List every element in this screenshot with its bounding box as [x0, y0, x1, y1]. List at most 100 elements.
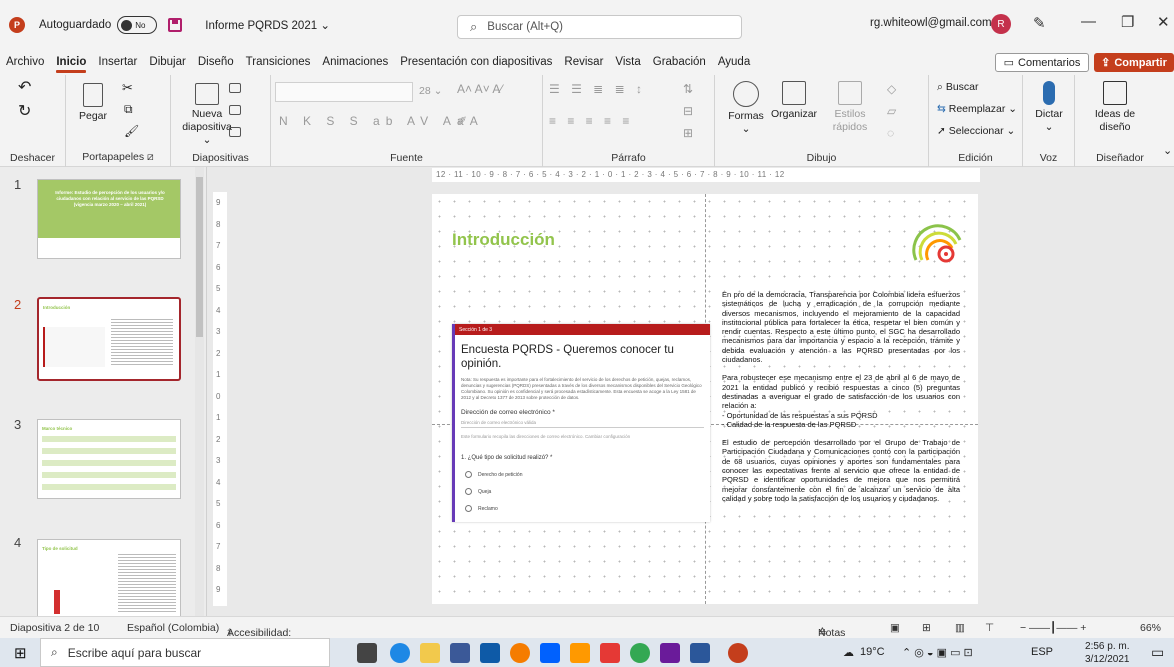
collapse-ribbon-icon[interactable]: ⌄	[1163, 145, 1172, 158]
normal-view-icon[interactable]: ▣	[890, 622, 900, 634]
horizontal-ruler: 12 · 11 · 10 · 9 · 8 · 7 · 6 · 5 · 4 · 3…	[432, 168, 980, 182]
paste-button[interactable]: Pegar	[76, 83, 110, 123]
format-painter-icon[interactable]: 🖌	[124, 125, 139, 138]
pen-icon[interactable]: ✎	[1033, 14, 1046, 32]
edge-icon[interactable]	[390, 643, 410, 663]
tab-archivo[interactable]: Archivo	[0, 50, 50, 75]
slide[interactable]: Introducción Sección 1 de 3 Encuesta PQR…	[432, 194, 978, 604]
tab-dibujar[interactable]: Dibujar	[143, 50, 191, 75]
microphone-icon	[1043, 81, 1055, 105]
weather-icon[interactable]: ☁	[843, 646, 854, 659]
chrome-icon[interactable]	[630, 643, 650, 663]
dictate-button[interactable]: Dictar ⌄	[1029, 81, 1069, 134]
undo-icon[interactable]: ↶	[18, 80, 31, 96]
zoom-level[interactable]: 66%	[1140, 622, 1161, 634]
thumbnail-scrollbar[interactable]	[195, 167, 204, 616]
tab-insertar[interactable]: Insertar	[92, 50, 143, 75]
slide-thumbnail-1[interactable]: Informe: Estudio de percepción de los us…	[37, 179, 181, 259]
close-icon[interactable]: ✕	[1157, 13, 1170, 31]
document-name[interactable]: Informe PQRDS 2021 ⌄	[205, 18, 330, 32]
layout-icon[interactable]	[229, 83, 241, 93]
slide-sorter-icon[interactable]: ⊞	[922, 622, 931, 634]
tab-ayuda[interactable]: Ayuda	[712, 50, 756, 75]
reset-icon[interactable]	[229, 105, 241, 115]
shape-fill-icon[interactable]: ◇	[887, 83, 896, 96]
ruler-tick-label: 3	[216, 327, 221, 336]
tab-vista[interactable]: Vista	[609, 50, 646, 75]
shapes-button[interactable]: Formas ⌄	[725, 81, 767, 136]
ruler-tick-label: 5	[216, 284, 221, 293]
office-icon[interactable]	[600, 643, 620, 663]
tab-diseno[interactable]: Diseño	[192, 50, 240, 75]
thumbnail-number: 1	[14, 177, 22, 192]
store-icon[interactable]	[450, 643, 470, 663]
clipboard-group: Pegar ✂ ⧉ 🖌 Portapapeles ⧄	[66, 75, 171, 167]
tab-inicio[interactable]: Inicio	[50, 50, 92, 75]
minimize-icon[interactable]: —	[1081, 13, 1096, 30]
input-language[interactable]: ESP	[1031, 646, 1053, 658]
reading-view-icon[interactable]: ▥	[955, 622, 965, 634]
powerpoint-taskbar-icon[interactable]	[728, 643, 748, 663]
text-direction-icon[interactable]: ⇅	[683, 83, 693, 96]
smartart-icon[interactable]: ⊞	[683, 127, 693, 140]
survey-form-image[interactable]: Sección 1 de 3 Encuesta PQRDS - Queremos…	[452, 324, 710, 522]
shape-effects-icon[interactable]: ◌	[887, 127, 894, 140]
clock[interactable]: 2:56 p. m. 3/12/2021	[1085, 640, 1130, 666]
comments-button[interactable]: ▭ Comentarios	[995, 53, 1089, 72]
find-button[interactable]: ⌕ Buscar	[937, 81, 979, 94]
grow-font-icon[interactable]: A˄ A˅ A⁄	[457, 83, 502, 96]
slide-thumbnail-2[interactable]: Introducción	[37, 297, 181, 381]
search-icon: ⌕	[470, 19, 478, 34]
tab-animaciones[interactable]: Animaciones	[316, 50, 394, 75]
copy-icon[interactable]: ⧉	[124, 103, 133, 116]
tray-icons[interactable]: ⌃ ◎ ◒ ▣ ▭ ⊡	[902, 646, 973, 659]
task-view-icon[interactable]	[357, 643, 377, 663]
restore-icon[interactable]: ❐	[1121, 13, 1134, 31]
temperature[interactable]: 19°C	[860, 646, 885, 658]
autosave-toggle[interactable]: No	[117, 16, 158, 34]
list-icons[interactable]: ☰ ☰ ≣ ≣ ↕	[549, 83, 646, 96]
word-icon[interactable]	[690, 643, 710, 663]
slideshow-icon[interactable]: ⊤	[985, 622, 994, 634]
save-icon[interactable]	[168, 18, 183, 32]
align-text-icon[interactable]: ⊟	[683, 105, 693, 118]
section-icon[interactable]	[229, 127, 241, 137]
replace-button[interactable]: ⇆ Reemplazar ⌄	[937, 103, 1017, 116]
search-box[interactable]: ⌕ Buscar (Alt+Q)	[457, 15, 742, 39]
tab-transiciones[interactable]: Transiciones	[240, 50, 317, 75]
avatar[interactable]: R	[991, 14, 1011, 34]
zoom-slider[interactable]: − ——┃—— +	[1020, 622, 1086, 634]
tab-revisar[interactable]: Revisar	[558, 50, 609, 75]
font-size-dropdown[interactable]: 28 ⌄	[419, 85, 442, 98]
font-name-dropdown[interactable]	[275, 82, 413, 102]
account-email[interactable]: rg.whiteowl@gmail.com	[870, 17, 992, 29]
slide-body-text[interactable]: En pro de la democracia, Transparencia p…	[722, 290, 960, 512]
amazon-icon[interactable]	[570, 643, 590, 663]
design-ideas-button[interactable]: Ideas de diseño	[1085, 81, 1145, 134]
cut-icon[interactable]: ✂	[122, 81, 133, 94]
highlight-color-icon[interactable]: ✐ A	[457, 115, 478, 128]
text-format-icons[interactable]: N K S S ab AV Aa	[279, 115, 470, 128]
notification-icon[interactable]: ▭	[1151, 644, 1164, 661]
quick-styles-button[interactable]: Estilos rápidos	[825, 81, 875, 134]
slide-thumbnail-3[interactable]: Marco técnico	[37, 419, 181, 499]
firefox-icon[interactable]	[510, 643, 530, 663]
new-slide-button[interactable]: Nueva diapositiva ⌄	[177, 83, 237, 147]
tab-grabacion[interactable]: Grabación	[647, 50, 712, 75]
share-button[interactable]: ⇪ Compartir	[1094, 53, 1174, 72]
slide-thumbnail-4[interactable]: Tipo de solicitud	[37, 539, 181, 616]
slide-title[interactable]: Introducción	[452, 230, 555, 250]
align-icons[interactable]: ≡ ≡ ≡ ≡ ≡	[549, 115, 633, 128]
arrange-button[interactable]: Organizar	[769, 81, 819, 121]
windows-start-icon[interactable]: ⊞	[14, 644, 27, 662]
select-button[interactable]: ➚ Seleccionar ⌄	[937, 125, 1015, 138]
language-status[interactable]: Español (Colombia)	[127, 622, 219, 634]
shape-outline-icon[interactable]: ▱	[887, 105, 896, 118]
file-explorer-icon[interactable]	[420, 643, 440, 663]
tab-presentacion[interactable]: Presentación con diapositivas	[394, 50, 558, 75]
taskbar-search[interactable]: ⌕ Escribe aquí para buscar	[40, 638, 330, 667]
dropbox-icon[interactable]	[540, 643, 560, 663]
redo-icon[interactable]: ↻	[18, 104, 31, 120]
mail-icon[interactable]	[480, 643, 500, 663]
app-icon[interactable]	[660, 643, 680, 663]
